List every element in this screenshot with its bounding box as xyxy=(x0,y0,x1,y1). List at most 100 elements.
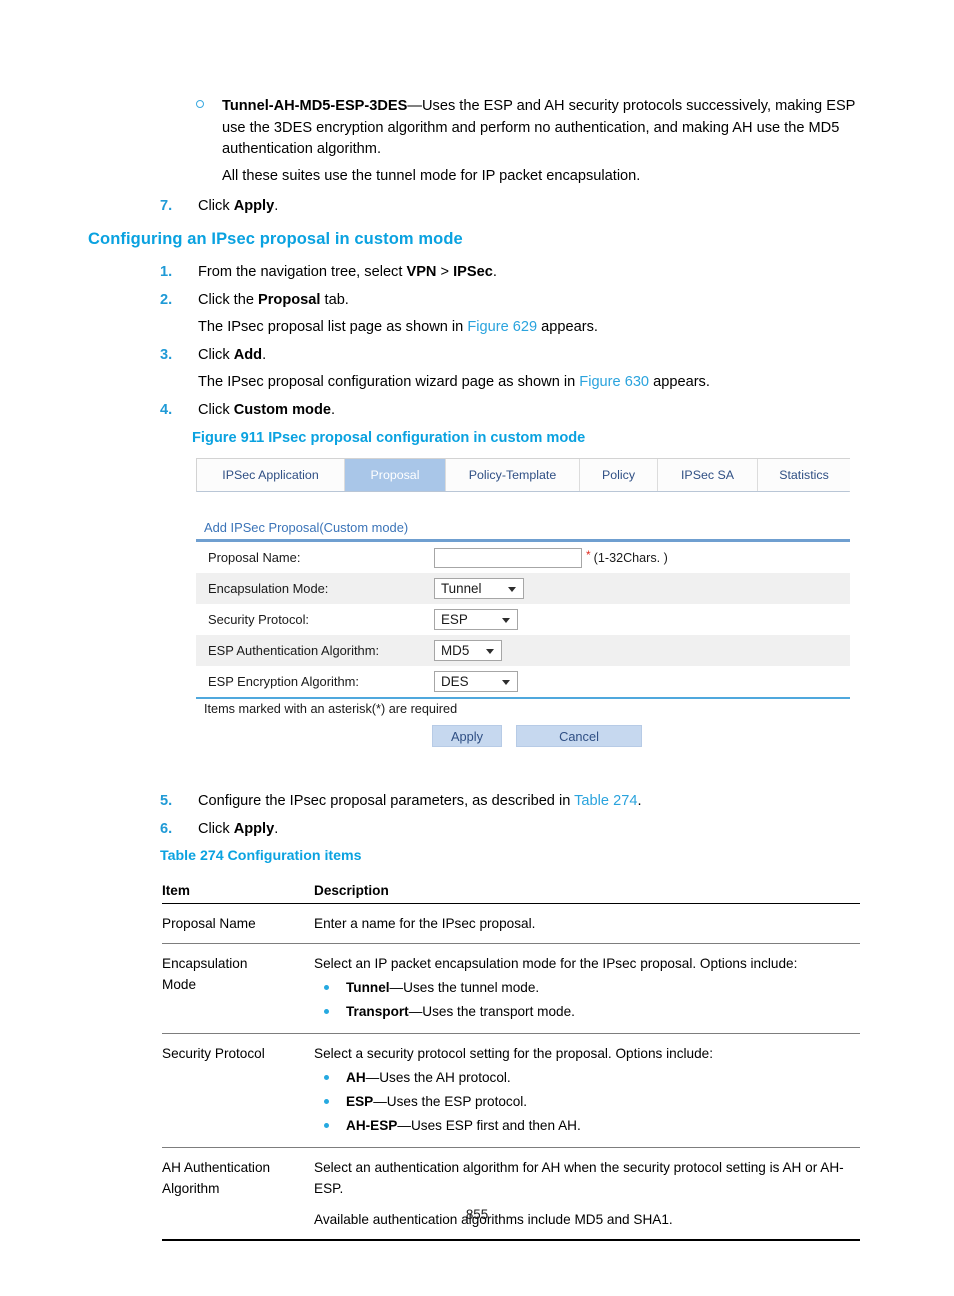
sub-paragraph-1: The IPsec proposal list page as shown in… xyxy=(198,317,598,339)
configuration-items-table: Item Description Proposal Name Enter a n… xyxy=(162,880,860,1241)
option-term: Transport xyxy=(346,1004,409,1019)
desc-intro: Select an IP packet encapsulation mode f… xyxy=(314,956,798,971)
table-row: Proposal Name Enter a name for the IPsec… xyxy=(162,903,860,944)
sub-paragraph-2: The IPsec proposal configuration wizard … xyxy=(198,372,710,394)
step-3-text: Click xyxy=(198,347,234,363)
header-description: Description xyxy=(312,880,860,904)
cell-desc-security-protocol: Select a security protocol setting for t… xyxy=(312,1033,860,1148)
field-row-esp-encryption-algorithm: ESP Encryption Algorithm: DES xyxy=(196,666,850,697)
option-term: ESP xyxy=(346,1094,374,1109)
step-6-after: . xyxy=(274,821,279,837)
step-6-number: 6. xyxy=(160,821,173,837)
step-1-sep: > xyxy=(436,264,454,280)
figure-630-link[interactable]: Figure 630 xyxy=(579,374,649,390)
table-274-link[interactable]: Table 274 xyxy=(574,793,637,809)
item-line-1: AH Authentication xyxy=(162,1160,271,1175)
all-suites-note: All these suites use the tunnel mode for… xyxy=(222,168,641,184)
chevron-down-icon xyxy=(486,648,494,654)
option-desc: —Uses ESP first and then AH. xyxy=(397,1118,581,1133)
step-1-period: . xyxy=(492,264,497,280)
cell-item-ah-auth-algorithm: AH Authentication Algorithm xyxy=(162,1147,312,1241)
step-3-number: 3. xyxy=(160,347,173,363)
header-item: Item xyxy=(162,880,312,904)
tab-ipsec-application[interactable]: IPSec Application xyxy=(197,459,345,491)
panel-button-row: Apply Cancel xyxy=(196,725,850,747)
tab-policy[interactable]: Policy xyxy=(580,459,658,491)
figure-629-link[interactable]: Figure 629 xyxy=(467,319,537,335)
table-row: Security Protocol Select a security prot… xyxy=(162,1033,860,1148)
label-proposal-name: Proposal Name: xyxy=(208,550,301,565)
cell-desc-ah-auth-algorithm: Select an authentication algorithm for A… xyxy=(312,1147,860,1241)
required-fields-note: Items marked with an asterisk(*) are req… xyxy=(204,702,458,716)
step-7-text: Click xyxy=(198,198,234,214)
option-term: Tunnel xyxy=(346,980,390,995)
step-1-text: From the navigation tree, select xyxy=(198,264,407,280)
option-list: Tunnel—Uses the tunnel mode. Transport—U… xyxy=(314,976,860,1024)
esp-auth-algorithm-select[interactable]: MD5 xyxy=(434,640,502,661)
security-protocol-select[interactable]: ESP xyxy=(434,609,518,630)
option-item: AH-ESP—Uses ESP first and then AH. xyxy=(314,1114,860,1138)
section-heading: Configuring an IPsec proposal in custom … xyxy=(88,230,463,248)
desc-intro: Select an authentication algorithm for A… xyxy=(314,1160,844,1196)
field-row-security-protocol: Security Protocol: ESP xyxy=(196,604,850,635)
tab-policy-template[interactable]: Policy-Template xyxy=(446,459,580,491)
add-proposal-panel: Add IPSec Proposal(Custom mode) Proposal… xyxy=(196,520,850,747)
desc-intro: Select a security protocol setting for t… xyxy=(314,1046,713,1061)
table-row: AH Authentication Algorithm Select an au… xyxy=(162,1147,860,1241)
table-header-row: Item Description xyxy=(162,880,860,904)
label-esp-encryption-algorithm: ESP Encryption Algorithm: xyxy=(208,674,359,689)
apply-button[interactable]: Apply xyxy=(432,725,502,747)
proposal-name-hint: (1-32Chars. ) xyxy=(593,550,668,565)
chevron-down-icon xyxy=(502,679,510,685)
step-2-number: 2. xyxy=(160,292,173,308)
table-caption: Table 274 Configuration items xyxy=(160,848,362,864)
cell-desc-proposal-name: Enter a name for the IPsec proposal. xyxy=(312,903,860,944)
step-2-tail: tab. xyxy=(320,292,349,308)
sub-para-1-after: appears. xyxy=(537,319,598,335)
desc-intro: Enter a name for the IPsec proposal. xyxy=(314,916,536,931)
document-page: Tunnel-AH-MD5-ESP-3DES—Uses the ESP and … xyxy=(0,0,954,1296)
option-desc: —Uses the ESP protocol. xyxy=(373,1094,528,1109)
esp-encryption-algorithm-value: DES xyxy=(441,674,469,689)
step-1-number: 1. xyxy=(160,264,173,280)
security-protocol-value: ESP xyxy=(441,612,468,627)
step-5-after: . xyxy=(637,793,642,809)
tab-bar: IPSec Application Proposal Policy-Templa… xyxy=(196,458,850,492)
field-row-esp-auth-algorithm: ESP Authentication Algorithm: MD5 xyxy=(196,635,850,666)
label-esp-auth-algorithm: ESP Authentication Algorithm: xyxy=(208,643,380,658)
option-item: Tunnel—Uses the tunnel mode. xyxy=(314,976,860,1000)
step-4-text: Click xyxy=(198,402,234,418)
option-desc: —Uses the transport mode. xyxy=(408,1004,575,1019)
circle-bullet-icon xyxy=(196,100,204,108)
step-2-text: Click the xyxy=(198,292,259,308)
item-line-1: Encapsulation xyxy=(162,956,248,971)
encapsulation-mode-select[interactable]: Tunnel xyxy=(434,578,524,599)
esp-auth-algorithm-value: MD5 xyxy=(441,643,470,658)
cancel-button[interactable]: Cancel xyxy=(516,725,642,747)
item-line-2: Mode xyxy=(162,977,197,992)
esp-encryption-algorithm-select[interactable]: DES xyxy=(434,671,518,692)
tab-proposal[interactable]: Proposal xyxy=(345,459,446,491)
option-list: AH—Uses the AH protocol. ESP—Uses the ES… xyxy=(314,1066,860,1138)
chevron-down-icon xyxy=(508,586,516,592)
field-row-encapsulation-mode: Encapsulation Mode: Tunnel xyxy=(196,573,850,604)
step-7-number: 7. xyxy=(160,198,173,214)
option-term: AH xyxy=(346,1070,366,1085)
option-item: ESP—Uses the ESP protocol. xyxy=(314,1090,860,1114)
item-line-2: Algorithm xyxy=(162,1181,220,1196)
step-1-bold-vpn: VPN xyxy=(406,264,437,280)
tab-ipsec-sa[interactable]: IPSec SA xyxy=(658,459,758,491)
option-desc: —Uses the AH protocol. xyxy=(365,1070,511,1085)
tab-statistics[interactable]: Statistics xyxy=(758,459,850,491)
encapsulation-mode-value: Tunnel xyxy=(441,581,482,596)
step-7-bold: Apply xyxy=(233,198,275,214)
sub-bullet-item: Tunnel-AH-MD5-ESP-3DES—Uses the ESP and … xyxy=(160,96,878,161)
step-4-number: 4. xyxy=(160,402,173,418)
step-3-bold: Add xyxy=(233,347,263,363)
ui-screenshot: IPSec Application Proposal Policy-Templa… xyxy=(196,458,850,747)
page-number: 855 xyxy=(465,1207,489,1222)
figure-caption: Figure 911 IPsec proposal configuration … xyxy=(192,430,586,446)
proposal-name-input[interactable] xyxy=(434,547,582,568)
step-1-bold-ipsec: IPSec xyxy=(453,264,493,280)
step-2-bold: Proposal xyxy=(258,292,321,308)
